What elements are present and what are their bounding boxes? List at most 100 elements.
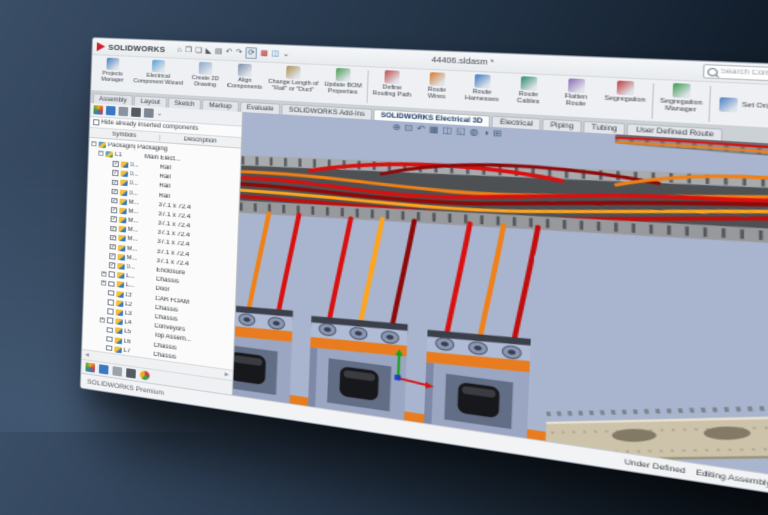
scene-icon[interactable]: ⊞: [493, 128, 502, 140]
circuit-breaker[interactable]: [423, 326, 531, 439]
tree-checkbox[interactable]: ✓: [112, 160, 119, 167]
document-icon[interactable]: [112, 366, 123, 377]
snapshot-icon[interactable]: [143, 108, 154, 118]
part-icon: [115, 299, 123, 307]
tree-checkbox[interactable]: ✓: [109, 243, 116, 250]
ribbon-button-label: Align Components: [227, 77, 263, 92]
tree-expander-spacer: [102, 262, 107, 268]
zoom-fit-icon[interactable]: ⊕: [392, 122, 401, 133]
tree-checkbox[interactable]: [105, 345, 112, 352]
projects-manager-button[interactable]: Projects Manager: [94, 56, 131, 92]
tree-checkbox[interactable]: ✓: [110, 225, 117, 232]
file-properties-icon[interactable]: ▩: [260, 48, 268, 58]
route-harnesses-button[interactable]: Route Harnesses: [459, 72, 505, 112]
print-icon[interactable]: ▤: [215, 46, 223, 56]
tree-checkbox[interactable]: [107, 289, 114, 297]
tree-checkbox[interactable]: [108, 271, 115, 278]
dock-panel-icon[interactable]: [98, 364, 109, 375]
tree-checkbox[interactable]: ✓: [110, 216, 117, 223]
tree-checkbox[interactable]: [106, 335, 113, 343]
view-orientation-icon[interactable]: ◫: [442, 125, 452, 137]
define-routing-path-button[interactable]: Define Routing Path: [370, 68, 415, 107]
flatten-route-button[interactable]: Flatten Route: [552, 77, 600, 119]
dock-panel-icon[interactable]: [105, 105, 116, 116]
hide-show-icon[interactable]: ◍: [469, 127, 478, 139]
ribbon-button-label: Route Wires: [427, 86, 447, 101]
redo-icon[interactable]: ↷: [236, 47, 243, 57]
palette-icon[interactable]: [93, 105, 104, 115]
align-components-icon: [238, 63, 253, 77]
part-icon: [117, 235, 126, 243]
tree-expander-icon[interactable]: +: [100, 279, 107, 286]
part-icon: [120, 161, 128, 168]
tree-expander-spacer: [99, 326, 104, 332]
update-bom-icon: [335, 67, 351, 82]
circuit-breaker[interactable]: [232, 299, 293, 404]
tree-symbol-label: L1: [114, 151, 123, 159]
scroll-right-icon[interactable]: ►: [223, 371, 230, 378]
route-wires-button[interactable]: Route Wires: [415, 70, 460, 110]
align-components-button[interactable]: Align Components: [225, 62, 266, 100]
tree-checkbox[interactable]: ✓: [109, 234, 116, 241]
edit-appearance-icon[interactable]: ◑: [482, 127, 489, 139]
chevron-down-icon[interactable]: ⌄: [282, 49, 290, 59]
save-icon[interactable]: ◣: [205, 46, 211, 56]
part-icon: [118, 198, 127, 205]
tree-checkbox[interactable]: ✓: [108, 262, 115, 269]
circuit-breaker[interactable]: [308, 312, 408, 421]
new-document-icon[interactable]: ❐: [185, 45, 192, 55]
segregation-manager-button[interactable]: Segregation Manager: [655, 81, 706, 124]
tree-expander-icon[interactable]: +: [101, 270, 107, 277]
ribbon-group-separator: [651, 83, 655, 119]
move-icon[interactable]: [131, 107, 141, 118]
change-length-button[interactable]: Change Length of "Rail" or "Duct": [265, 64, 321, 103]
options-icon[interactable]: ◫: [271, 49, 279, 59]
tree-checkbox[interactable]: ✓: [109, 253, 116, 260]
tree-checkbox[interactable]: ✓: [111, 179, 118, 186]
home-icon[interactable]: ⌂: [177, 45, 182, 54]
move-icon[interactable]: [126, 368, 136, 379]
undo-icon[interactable]: ↶: [226, 47, 233, 57]
symbols-icon[interactable]: [118, 106, 129, 117]
hide-inserted-checkbox[interactable]: [93, 119, 99, 126]
tree-checkbox[interactable]: ✓: [112, 170, 119, 177]
tree-expander-spacer: [99, 344, 104, 350]
tree-expander-icon[interactable]: −: [91, 140, 97, 147]
search-input[interactable]: Search Commands: [702, 64, 768, 85]
tree-checkbox[interactable]: ✓: [111, 197, 118, 204]
tree-checkbox[interactable]: ✓: [110, 207, 117, 214]
tree-expander-spacer: [102, 253, 107, 259]
tree-expander-icon[interactable]: −: [98, 150, 104, 157]
define-routing-path-icon: [384, 70, 401, 84]
section-view-icon[interactable]: ▦: [429, 124, 439, 136]
scroll-left-icon[interactable]: ◄: [84, 352, 90, 359]
tree-expander-icon[interactable]: +: [99, 316, 105, 323]
update-bom-button[interactable]: Update BOM Properties: [321, 66, 365, 105]
tree-checkbox[interactable]: [107, 308, 114, 315]
display-style-icon[interactable]: ◱: [456, 126, 466, 138]
electrical-component-wizard-button[interactable]: Electrical Component Wizard: [131, 58, 186, 95]
part-icon: [113, 345, 122, 353]
part-icon: [117, 225, 126, 233]
rebuild-icon[interactable]: ⟳: [245, 46, 258, 59]
segregation-button[interactable]: Segregation: [600, 79, 650, 121]
tree-checkbox[interactable]: ✓: [111, 188, 118, 195]
tree-expander-spacer: [99, 335, 104, 341]
chevron-down-icon[interactable]: ⌄: [157, 110, 163, 117]
pie-chart-icon[interactable]: [139, 370, 150, 381]
zoom-area-icon[interactable]: ⊡: [404, 123, 413, 135]
create-2d-drawing-button[interactable]: Create 2D Drawing: [186, 60, 225, 97]
palette-icon[interactable]: [85, 362, 96, 373]
route-cables-button[interactable]: Route Cables: [505, 74, 552, 115]
previous-view-icon[interactable]: ↶: [416, 124, 425, 136]
tree-checkbox[interactable]: [106, 317, 113, 324]
part-icon: [114, 336, 122, 344]
tree-checkbox[interactable]: [107, 299, 114, 306]
tree-checkbox[interactable]: [108, 280, 115, 287]
open-icon[interactable]: ❏: [195, 46, 202, 56]
part-icon: [119, 189, 127, 196]
tree-checkbox[interactable]: [106, 326, 113, 333]
part-icon: [119, 179, 128, 187]
segregation-icon: [616, 80, 635, 96]
electrical-manager-panel: ⌄ Hide already inserted components Symbo…: [81, 102, 244, 395]
